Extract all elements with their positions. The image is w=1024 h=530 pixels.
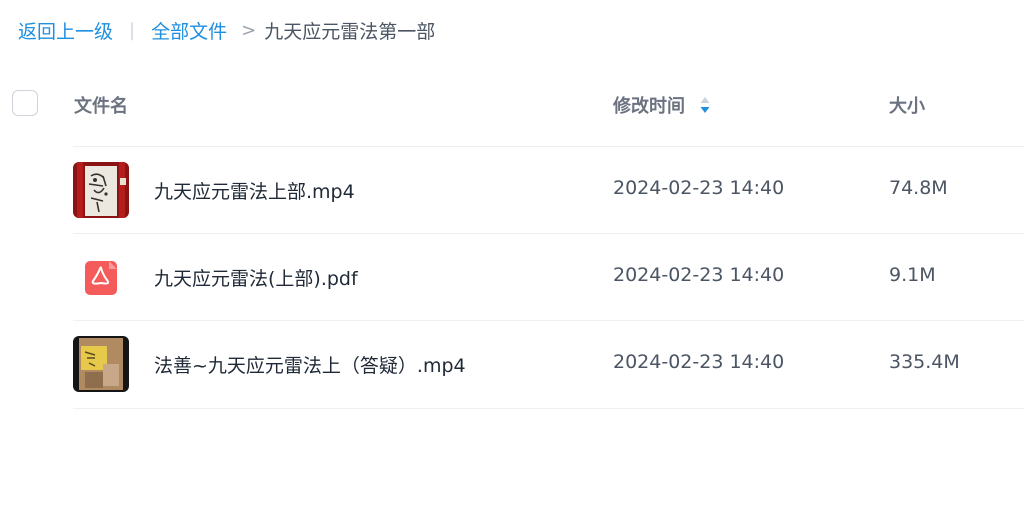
all-files-link[interactable]: 全部文件 [151, 17, 227, 44]
breadcrumb: 返回上一级 | 全部文件 > 九天应元雷法第一部 [18, 16, 435, 44]
table-row[interactable]: 九天应元雷法上部.mp4 2024-02-23 14:40 74.8M [73, 146, 1024, 234]
pdf-icon [73, 249, 129, 305]
video-thumbnail [73, 336, 129, 392]
file-name[interactable]: 九天应元雷法上部.mp4 [154, 177, 355, 204]
file-name[interactable]: 法善~九天应元雷法上（答疑）.mp4 [154, 351, 466, 378]
back-link[interactable]: 返回上一级 [18, 17, 113, 44]
sort-arrows-icon[interactable] [699, 94, 711, 116]
chevron-right-icon: > [241, 19, 257, 41]
header-modified-label: 修改时间 [613, 96, 685, 117]
current-folder: 九天应元雷法第一部 [264, 20, 436, 43]
header-size[interactable]: 大小 [889, 92, 925, 118]
file-size: 9.1M [889, 264, 936, 286]
breadcrumb-divider: | [129, 19, 136, 41]
file-modified: 2024-02-23 14:40 [613, 177, 785, 199]
file-size: 74.8M [889, 177, 948, 199]
video-thumbnail [73, 162, 129, 218]
file-size: 335.4M [889, 351, 960, 373]
file-modified: 2024-02-23 14:40 [613, 351, 785, 373]
table-header: 文件名 修改时间 大小 [0, 80, 1024, 128]
file-modified: 2024-02-23 14:40 [613, 264, 785, 286]
table-row[interactable]: 法善~九天应元雷法上（答疑）.mp4 2024-02-23 14:40 335.… [73, 320, 1024, 409]
table-row[interactable]: 九天应元雷法(上部).pdf 2024-02-23 14:40 9.1M [73, 233, 1024, 321]
header-filename[interactable]: 文件名 [74, 92, 128, 118]
select-all-checkbox[interactable] [12, 90, 38, 116]
file-name[interactable]: 九天应元雷法(上部).pdf [154, 264, 358, 291]
header-modified[interactable]: 修改时间 [613, 92, 711, 118]
